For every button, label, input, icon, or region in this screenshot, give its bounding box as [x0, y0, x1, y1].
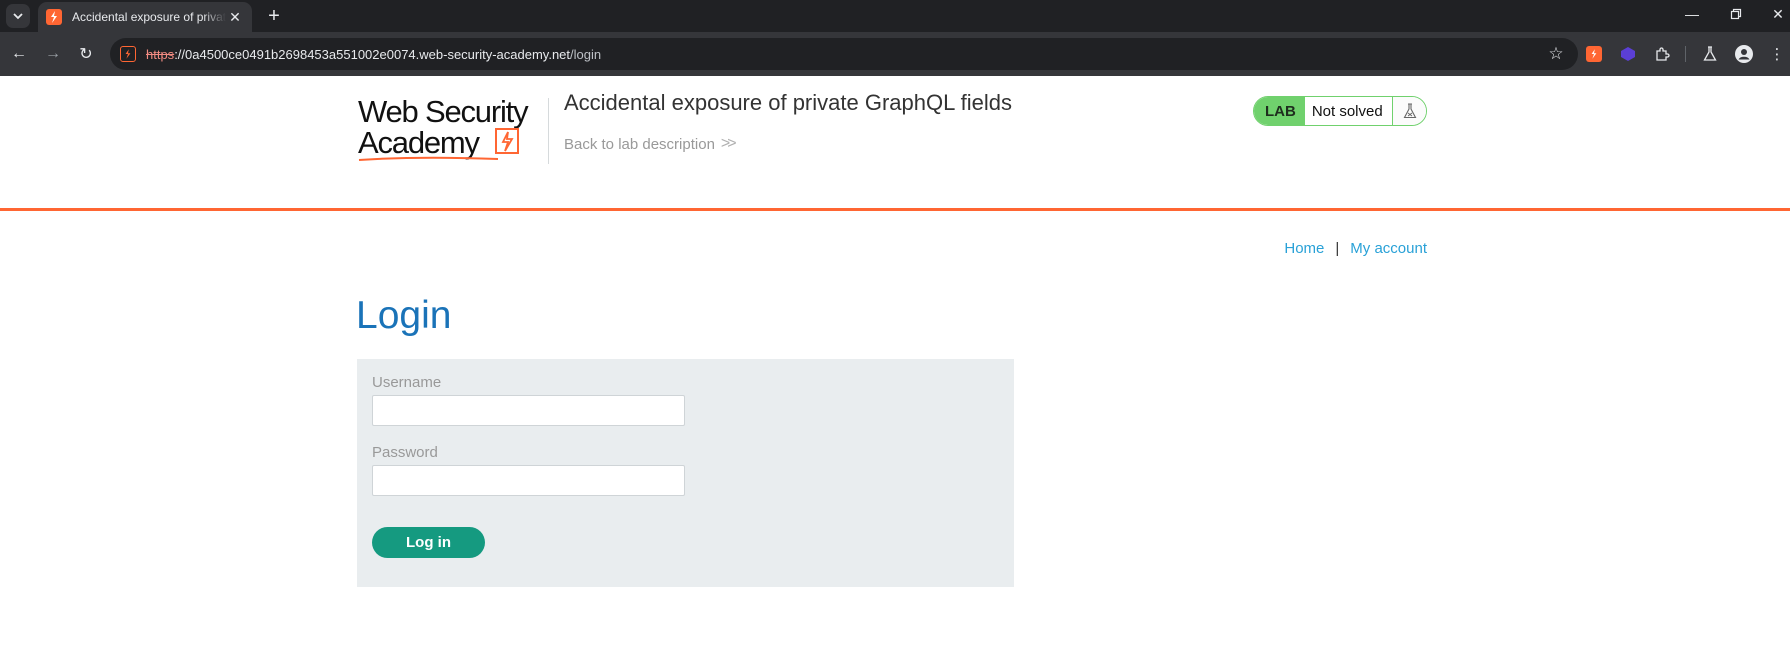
url-host: ://0a4500ce0491b2698453a551002e0074.web-… — [174, 46, 571, 62]
back-to-lab-link[interactable]: Back to lab description >> — [564, 135, 737, 153]
header-divider — [548, 98, 549, 164]
new-tab-button[interactable]: + — [262, 4, 286, 28]
cube-extension-icon[interactable] — [1618, 44, 1638, 64]
plus-icon: + — [268, 4, 280, 27]
portswigger-icon — [46, 9, 62, 25]
account-nav: Home | My account — [1284, 240, 1427, 257]
profile-icon[interactable] — [1734, 44, 1754, 64]
close-icon[interactable]: ✕ — [226, 8, 244, 26]
close-icon: ✕ — [1772, 5, 1784, 22]
web-security-academy-logo[interactable]: Web Security Academy — [358, 96, 548, 166]
minimize-button[interactable]: — — [1670, 0, 1714, 28]
forward-button[interactable]: → — [41, 42, 65, 66]
url-path: /login — [570, 46, 602, 62]
login-form: Username Password Log in — [357, 359, 1014, 587]
logo-line1: Web Security — [358, 94, 529, 129]
password-input[interactable] — [372, 465, 685, 496]
browser-tab-bar: Accidental exposure of private GraphQL f… — [0, 0, 1790, 32]
chevron-down-icon — [13, 13, 23, 20]
lab-header: Web Security Academy Accidental exposure… — [0, 76, 1790, 211]
url-text: https://0a4500ce0491b2698453a551002e0074… — [146, 47, 601, 62]
flask-icon[interactable] — [1700, 44, 1720, 64]
browser-toolbar: ← → ↻ https://0a4500ce0491b2698453a55100… — [0, 32, 1790, 76]
back-button[interactable]: ← — [7, 42, 31, 66]
logo-swoosh — [358, 156, 499, 161]
active-tab[interactable]: Accidental exposure of private GraphQL f… — [38, 2, 252, 32]
arrow-right-icon: → — [45, 45, 61, 62]
username-label: Username — [372, 374, 442, 391]
page-title: Login — [356, 294, 452, 337]
minimize-icon: — — [1685, 6, 1699, 22]
lab-badge: LAB — [1254, 97, 1305, 125]
login-button[interactable]: Log in — [372, 527, 485, 558]
username-input[interactable] — [372, 395, 685, 426]
lab-title: Accidental exposure of private GraphQL f… — [564, 90, 1012, 115]
arrow-left-icon: ← — [11, 45, 27, 62]
url-scheme: https — [146, 46, 175, 62]
star-icon[interactable]: ☆ — [1546, 44, 1566, 64]
reload-button[interactable]: ↻ — [74, 42, 98, 66]
password-label: Password — [372, 444, 438, 461]
restore-button[interactable] — [1714, 0, 1758, 28]
lab-status-widget: LAB Not solved — [1253, 96, 1427, 126]
home-link[interactable]: Home — [1284, 240, 1324, 257]
puzzle-icon[interactable] — [1652, 44, 1672, 64]
address-bar[interactable]: https://0a4500ce0491b2698453a551002e0074… — [110, 38, 1578, 70]
flask-icon — [1392, 97, 1426, 125]
page: Web Security Academy Accidental exposure… — [0, 76, 1790, 654]
my-account-link[interactable]: My account — [1350, 240, 1427, 257]
back-link-label: Back to lab description — [564, 135, 715, 153]
reload-icon: ↻ — [79, 46, 93, 63]
restore-icon — [1730, 8, 1742, 20]
toolbar-divider — [1685, 46, 1686, 62]
kebab-menu-icon[interactable]: ⋮ — [1767, 44, 1787, 64]
window-close-button[interactable]: ✕ — [1756, 0, 1790, 28]
lab-status-text: Not solved — [1311, 102, 1383, 120]
tab-search-button[interactable] — [6, 4, 30, 28]
burp-extension-icon[interactable] — [1584, 44, 1604, 64]
double-chevron-right-icon: >> — [720, 135, 737, 152]
bolt-icon — [495, 128, 519, 154]
nav-separator: | — [1335, 240, 1340, 257]
tab-title: Accidental exposure of private GraphQL f… — [72, 10, 226, 24]
site-info-icon[interactable] — [120, 46, 136, 62]
